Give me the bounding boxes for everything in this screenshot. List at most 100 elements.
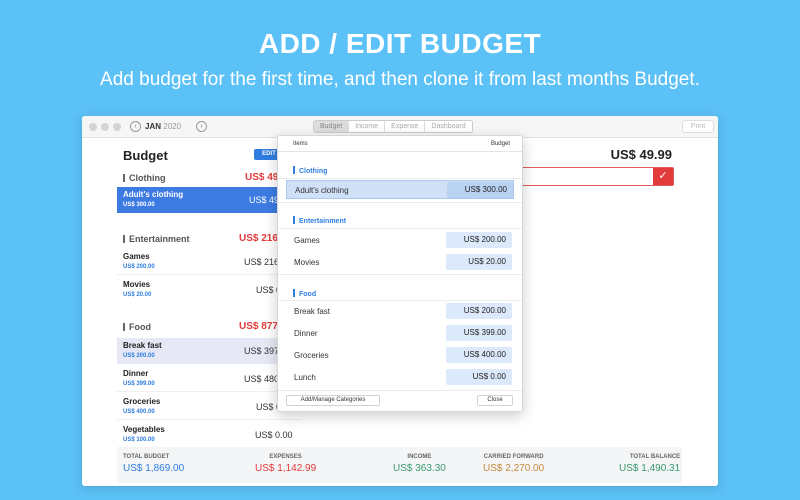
column-header-items: Items <box>293 141 308 147</box>
category-clothing-amount: US$ 49. <box>245 172 282 183</box>
hero-subtitle: Add budget for the first time, and then … <box>100 69 700 90</box>
summary-carried-forward: CARRIED FORWARD US$ 2,270.00 <box>483 454 544 474</box>
summary-bar: TOTAL BUDGET US$ 1,869.00 EXPENSES US$ 1… <box>117 447 682 483</box>
popover-item-name: Break fast <box>294 307 331 316</box>
popover-item-amount[interactable]: US$ 300.00 <box>447 182 513 198</box>
item-amount: US$ 216 <box>244 257 280 267</box>
item-budget: US$ 200.00 <box>123 353 155 359</box>
tab-dashboard[interactable]: Dashboard <box>425 121 472 132</box>
item-amount: US$ 49 <box>249 195 280 205</box>
view-tabs: Budget Income Expense Dashboard <box>313 120 473 133</box>
page-title: Budget <box>123 148 168 163</box>
divider <box>278 178 522 179</box>
divider <box>278 274 522 275</box>
summary-total-budget: TOTAL BUDGET US$ 1,869.00 <box>123 454 184 474</box>
list-item[interactable]: Adult's clothing US$ 300.00 US$ 49 <box>117 187 302 213</box>
zoom-window-icon[interactable] <box>113 123 121 131</box>
summary-label: EXPENSES <box>269 454 302 460</box>
popover-category-entertainment: Entertainment <box>293 216 346 225</box>
list-item[interactable]: Vegetables US$ 100.00 US$ 0.00 <box>117 422 302 444</box>
divider <box>278 202 522 203</box>
item-budget: US$ 200.00 <box>123 264 155 270</box>
list-item[interactable]: Movies US$ 20.00 US$ 0 <box>117 277 302 303</box>
divider <box>278 300 522 301</box>
item-name: Vegetables <box>123 425 165 434</box>
popover-item-name: Movies <box>294 258 320 267</box>
item-budget: US$ 100.00 <box>123 437 155 443</box>
month-label: JAN 2020 <box>145 122 181 131</box>
item-name: Break fast <box>123 341 162 350</box>
divider <box>278 228 522 229</box>
item-name: Groceries <box>123 397 161 406</box>
item-name: Adult's clothing <box>123 190 184 199</box>
list-item[interactable]: Dinner US$ 399.00 US$ 480 <box>117 366 302 392</box>
budget-items-popover: Items Budget Clothing Adult's clothing U… <box>277 135 523 412</box>
list-item[interactable]: Groceries US$ 400.00 US$ 0 <box>117 394 302 420</box>
summary-value: US$ 1,490.31 <box>619 463 681 474</box>
summary-label: TOTAL BUDGET <box>123 454 170 460</box>
popover-category-food: Food <box>293 289 316 298</box>
popover-item-row[interactable]: Adult's clothing US$ 300.00 <box>286 180 514 199</box>
popover-item-amount[interactable]: US$ 399.00 <box>446 325 512 341</box>
month-name: JAN <box>145 122 162 131</box>
popover-item-row[interactable]: Dinner US$ 399.00 <box>286 324 514 343</box>
popover-item-row[interactable]: Games US$ 200.00 <box>286 231 514 250</box>
summary-label: CARRIED FORWARD <box>483 454 544 460</box>
close-button[interactable]: Close <box>477 395 513 406</box>
item-name: Games <box>123 252 150 261</box>
summary-value: US$ 363.30 <box>393 463 446 474</box>
close-window-icon[interactable] <box>89 123 97 131</box>
popover-item-amount[interactable]: US$ 20.00 <box>446 254 512 270</box>
tab-expense[interactable]: Expense <box>385 121 426 132</box>
popover-item-row[interactable]: Lunch US$ 0.00 <box>286 368 514 387</box>
summary-value: US$ 1,142.99 <box>255 463 317 474</box>
popover-item-name: Groceries <box>294 351 329 360</box>
category-food: Food <box>123 322 151 332</box>
category-entertainment-amount: US$ 216. <box>239 233 281 244</box>
popover-item-name: Dinner <box>294 329 318 338</box>
list-item[interactable]: Break fast US$ 200.00 US$ 397 <box>117 338 302 364</box>
item-name: Movies <box>123 280 151 289</box>
item-name: Dinner <box>123 369 149 378</box>
item-budget: US$ 399.00 <box>123 381 155 387</box>
popover-header: Items Budget <box>278 136 522 152</box>
item-amount: US$ 0.00 <box>255 430 293 440</box>
list-item[interactable]: Games US$ 200.00 US$ 216 <box>117 249 302 275</box>
category-clothing: Clothing <box>123 173 166 183</box>
summary-total-balance: TOTAL BALANCE US$ 1,490.31 <box>619 454 680 474</box>
popover-item-amount[interactable]: US$ 400.00 <box>446 347 512 363</box>
item-amount: US$ 480 <box>244 374 280 384</box>
popover-item-row[interactable]: Break fast US$ 200.00 <box>286 302 514 321</box>
category-entertainment: Entertainment <box>123 234 190 244</box>
popover-item-name: Games <box>294 236 320 245</box>
popover-category-clothing: Clothing <box>293 166 327 175</box>
chevron-left-icon[interactable]: ‹ <box>130 121 141 132</box>
chevron-right-icon[interactable]: › <box>196 121 207 132</box>
summary-expenses: EXPENSES US$ 1,142.99 <box>255 454 316 474</box>
tab-budget[interactable]: Budget <box>314 121 350 132</box>
hero-title: ADD / EDIT BUDGET <box>258 28 542 59</box>
budget-total: US$ 49.99 <box>610 147 672 162</box>
summary-value: US$ 2,270.00 <box>483 463 545 474</box>
column-header-budget: Budget <box>490 141 510 147</box>
manage-categories-button[interactable]: Add/Manage Categories <box>286 395 380 406</box>
summary-label: TOTAL BALANCE <box>629 454 681 460</box>
minimize-window-icon[interactable] <box>101 123 109 131</box>
popover-item-amount[interactable]: US$ 200.00 <box>446 303 512 319</box>
divider <box>278 390 522 391</box>
print-button[interactable]: Print <box>682 120 714 133</box>
budget-amount-field[interactable] <box>518 167 674 186</box>
item-amount: US$ 397 <box>244 346 280 356</box>
popover-item-name: Lunch <box>294 373 316 382</box>
checkmark-icon[interactable]: ✓ <box>653 168 673 185</box>
popover-item-name: Adult's clothing <box>295 186 349 195</box>
year-label: 2020 <box>163 122 182 131</box>
item-budget: US$ 20.00 <box>123 292 152 298</box>
popover-item-amount[interactable]: US$ 0.00 <box>446 369 512 385</box>
popover-item-row[interactable]: Groceries US$ 400.00 <box>286 346 514 365</box>
popover-item-row[interactable]: Movies US$ 20.00 <box>286 253 514 272</box>
summary-value: US$ 1,869.00 <box>123 463 185 474</box>
summary-label: INCOME <box>407 454 432 460</box>
popover-item-amount[interactable]: US$ 200.00 <box>446 232 512 248</box>
tab-income[interactable]: Income <box>349 121 386 132</box>
